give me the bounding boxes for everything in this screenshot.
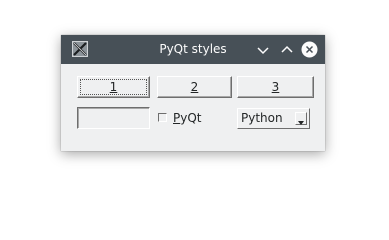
x11-app-icon	[72, 41, 88, 57]
text-input[interactable]	[77, 107, 150, 129]
title-bar[interactable]: PyQt styles	[61, 35, 325, 64]
button-3-label: 3	[271, 80, 280, 94]
button-3[interactable]: 3	[237, 76, 314, 98]
button-1[interactable]: 1	[77, 76, 150, 98]
checkbox-box[interactable]	[158, 113, 167, 122]
main-window: PyQt styles 1 2 3 PyQt Python	[61, 35, 325, 151]
close-icon[interactable]	[301, 41, 318, 58]
minimize-icon[interactable]	[255, 42, 271, 58]
style-combobox[interactable]: Python	[237, 108, 310, 129]
window-content: 1 2 3 PyQt Python	[61, 64, 325, 151]
button-2-label: 2	[190, 80, 199, 94]
checkbox-label-rest: yQt	[180, 111, 202, 125]
button-1-label: 1	[109, 80, 118, 94]
button-2[interactable]: 2	[157, 76, 232, 98]
combobox-value: Python	[241, 111, 283, 125]
maximize-icon[interactable]	[279, 42, 295, 58]
checkbox-label[interactable]: PyQt	[173, 110, 202, 126]
dropdown-arrow-icon[interactable]	[295, 112, 307, 125]
